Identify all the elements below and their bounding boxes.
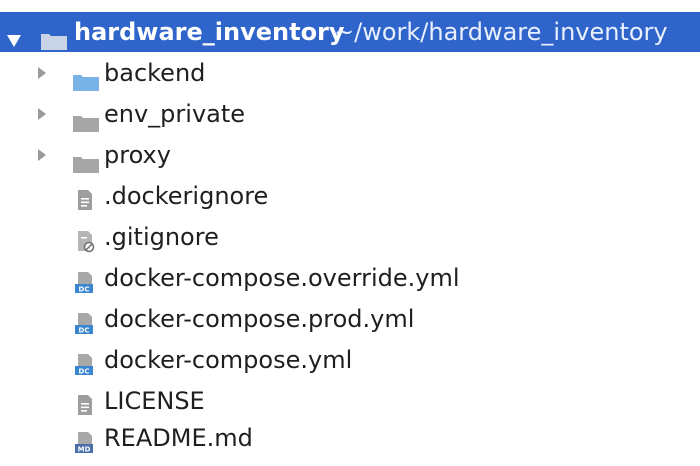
tree-item-folder[interactable]: backend — [0, 53, 700, 93]
chevron-right-icon[interactable] — [38, 149, 46, 161]
tree-item-file[interactable]: DC docker-compose.override.yml — [0, 258, 700, 298]
tree-item-label: docker-compose.prod.yml — [104, 305, 415, 333]
tree-item-label: LICENSE — [104, 387, 205, 415]
tree-item-folder[interactable]: env_private — [0, 94, 700, 134]
tree-item-file[interactable]: LICENSE — [0, 381, 700, 421]
tree-item-label: docker-compose.yml — [104, 346, 353, 374]
markdown-file-icon: MD — [74, 426, 96, 466]
tree-root-project[interactable]: hardware_inventory ~/work/hardware_inven… — [0, 12, 700, 52]
project-name: hardware_inventory — [74, 18, 345, 46]
tree-item-file[interactable]: DC docker-compose.prod.yml — [0, 299, 700, 339]
svg-text:DC: DC — [79, 286, 90, 294]
tree-item-label: README.md — [104, 424, 253, 452]
svg-text:MD: MD — [78, 446, 91, 454]
chevron-right-icon[interactable] — [38, 67, 46, 79]
svg-text:DC: DC — [79, 327, 90, 335]
tree-item-label: env_private — [104, 100, 246, 128]
tree-item-file[interactable]: MD README.md — [0, 418, 700, 458]
svg-text:DC: DC — [79, 368, 90, 376]
tree-item-file[interactable]: .dockerignore — [0, 176, 700, 216]
tree-item-label: .dockerignore — [104, 182, 269, 210]
tree-item-file[interactable]: .gitignore — [0, 217, 700, 257]
project-path: ~/work/hardware_inventory — [334, 18, 668, 46]
tree-item-folder[interactable]: proxy — [0, 135, 700, 175]
tree-item-label: proxy — [104, 141, 171, 169]
tree-item-label: .gitignore — [104, 223, 219, 251]
tree-item-file[interactable]: DC docker-compose.yml — [0, 340, 700, 380]
chevron-right-icon[interactable] — [38, 108, 46, 120]
tree-item-label: docker-compose.override.yml — [104, 264, 460, 292]
tree-item-label: backend — [104, 59, 206, 87]
